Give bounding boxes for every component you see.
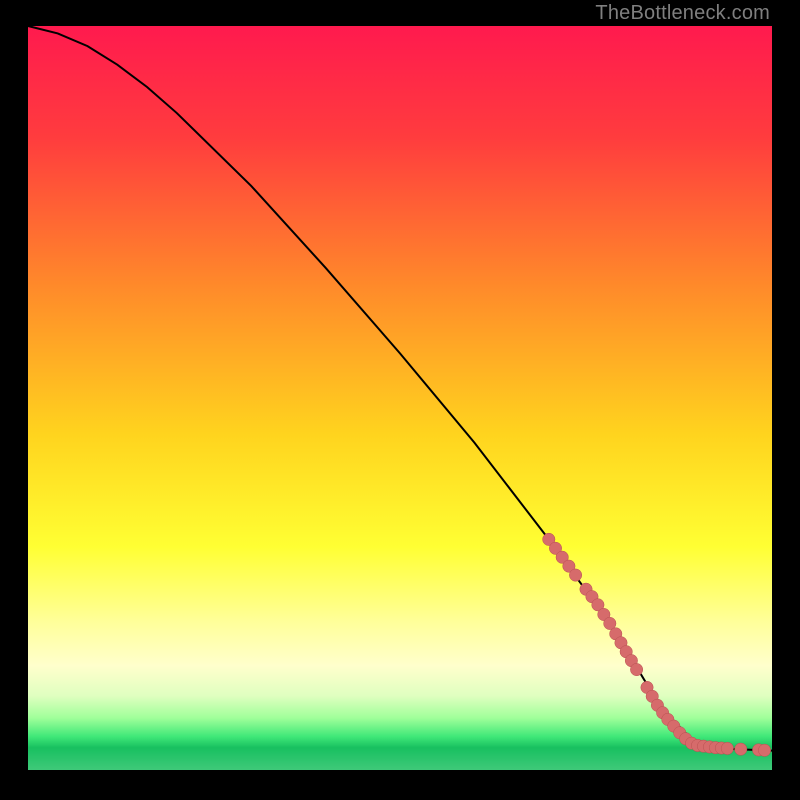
data-point xyxy=(721,742,733,754)
watermark-label: TheBottleneck.com xyxy=(595,2,770,25)
data-point xyxy=(569,569,581,581)
data-point xyxy=(758,744,770,756)
highlighted-points-group xyxy=(543,533,771,756)
data-point xyxy=(630,663,642,675)
data-point xyxy=(735,743,747,755)
chart-area xyxy=(28,26,772,770)
bottleneck-curve xyxy=(28,26,772,751)
chart-svg xyxy=(28,26,772,770)
